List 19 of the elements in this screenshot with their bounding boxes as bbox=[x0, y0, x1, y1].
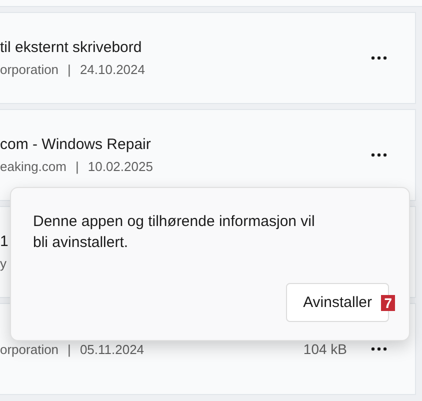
date-text: 10.02.2025 bbox=[88, 159, 153, 174]
publisher-text: orporation bbox=[0, 62, 59, 77]
more-options-icon[interactable] bbox=[371, 56, 387, 60]
step-badge: 7 bbox=[381, 295, 395, 311]
app-name: 1 bbox=[0, 233, 8, 250]
publisher-text: eaking.com bbox=[0, 159, 66, 174]
publisher-text: y bbox=[0, 256, 6, 271]
app-name: til eksternt skrivebord bbox=[0, 39, 143, 56]
publisher-text: orporation bbox=[0, 342, 59, 356]
separator-text: | bbox=[75, 159, 79, 174]
dialog-message: Denne appen og tilhørende informasjon vil bli avinstallert. bbox=[33, 212, 316, 253]
more-options-icon[interactable] bbox=[371, 347, 387, 351]
app-name: com - Windows Repair bbox=[0, 136, 152, 153]
date-text: 24.10.2024 bbox=[80, 62, 146, 77]
more-options-icon[interactable] bbox=[371, 153, 387, 157]
date-text: 05.11.2024 bbox=[80, 342, 144, 356]
size-text: 104 kB bbox=[303, 341, 347, 357]
separator-text: | bbox=[68, 62, 71, 77]
separator-text: | bbox=[68, 342, 71, 356]
